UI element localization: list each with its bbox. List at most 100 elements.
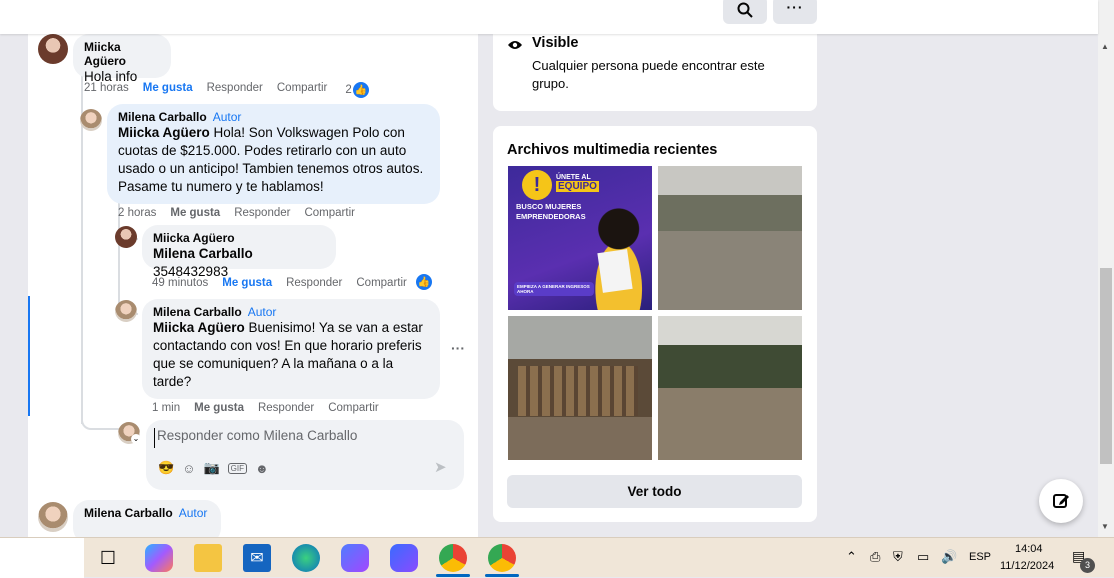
thumbs-up-icon[interactable]: 👍 [416,274,432,290]
media-item-field[interactable] [658,166,802,310]
promo-line3: BUSCO MUJERES [516,202,582,211]
reply-button[interactable]: Responder [234,207,290,219]
media-item-yard[interactable] [658,316,802,460]
see-all-button[interactable]: Ver todo [507,475,802,508]
app-icon[interactable] [390,544,418,572]
comment-bubble: Miicka Agüero Hola info [73,34,171,84]
clock-date[interactable]: 11/12/2024 [1000,560,1054,572]
file-explorer-icon[interactable] [194,544,222,572]
search-icon [737,2,753,18]
comment-time[interactable]: 21 horas [84,82,129,98]
send-icon[interactable]: ➤ [434,458,447,476]
sticker-icon[interactable]: ☻ [255,461,269,476]
comment-author[interactable]: Miicka Agüero [153,231,325,245]
scrollbar-thumb[interactable] [1100,268,1112,464]
reply-button[interactable]: Responder [258,402,314,414]
avatar[interactable] [115,226,137,248]
battery-icon[interactable]: ▭ [917,549,929,565]
more-icon: ··· [786,0,804,15]
group-visibility-card: Visible Cualquier persona puede encontra… [493,24,817,111]
camera-icon[interactable]: 📷 [203,460,219,476]
media-item-promo[interactable]: ! ÚNETE AL EQUIPO BUSCO MUJERES EMPRENDE… [508,166,652,310]
reply-box: Responder como Milena Carballo 😎 ☺ 📷 GIF… [146,420,464,490]
comment-time[interactable]: 49 minutos [152,277,208,289]
comment-actions: 2 horas Me gusta Responder Compartir [118,207,355,219]
see-all-label: Ver todo [627,484,682,499]
comment-actions: 49 minutos Me gusta Responder Compartir [152,277,407,289]
mail-icon[interactable]: ✉ [243,544,271,572]
mention[interactable]: Miicka Agüero [118,125,210,140]
comment-time[interactable]: 1 min [152,402,180,414]
author-badge: Autor [178,506,208,520]
meet-icon[interactable]: ⎙ [870,549,880,565]
top-bar: ··· [0,0,1098,34]
compose-button[interactable] [1039,479,1083,523]
copilot-app-icon[interactable] [341,544,369,572]
promo-line4: EMPRENDEDORAS [516,212,586,221]
promo-line1: ÚNETE AL [556,174,591,181]
security-icon[interactable]: ⛨ [893,549,903,565]
comment-time[interactable]: 2 horas [118,207,156,219]
comment-author[interactable]: Milena Carballo [118,110,207,124]
comment-author[interactable]: Miicka Agüero [84,40,160,68]
comment-author[interactable]: Milena Carballo [153,305,242,319]
author-badge: Autor [212,110,242,124]
like-button[interactable]: Me gusta [222,277,272,289]
share-button[interactable]: Compartir [304,207,354,219]
taskbar-search-area[interactable] [0,538,84,578]
promo-line2: EQUIPO [556,181,599,192]
emoji-icon[interactable]: ☺ [182,461,195,476]
like-button[interactable]: Me gusta [194,402,244,414]
comment-more-button[interactable]: ··· [451,340,465,356]
chevron-down-icon[interactable]: ⌄ [131,434,141,444]
comment-bubble: Milena Carballo Autor Miicka Agüero Bueni… [142,299,440,399]
edge-icon[interactable] [292,544,320,572]
more-options-button[interactable]: ··· [773,0,817,24]
share-button[interactable]: Compartir [277,82,327,98]
scroll-up-arrow[interactable]: ▲ [1101,42,1109,51]
media-card: Archivos multimedia recientes ! ÚNETE AL… [493,126,817,522]
reply-button[interactable]: Responder [286,277,342,289]
avatar-sticker-icon[interactable]: 😎 [158,460,174,476]
reaction-count[interactable]: 2 👍 [345,82,369,98]
comment-actions: 21 horas Me gusta Responder Compartir 2 👍 [84,82,369,98]
search-button[interactable] [723,0,767,24]
mention[interactable]: Miicka Agüero [153,320,245,335]
gif-icon[interactable]: GIF [227,462,247,474]
media-item-fence[interactable] [508,316,652,460]
exclamation-icon: ! [522,170,552,200]
author-badge: Autor [247,305,277,319]
like-button[interactable]: Me gusta [170,207,220,219]
copilot-icon[interactable] [145,544,173,572]
reply-tools: 😎 ☺ 📷 GIF ☻ [158,460,277,476]
comment-bubble: Milena Carballo Autor [73,500,221,537]
visibility-title: Visible [532,35,579,51]
task-view-icon[interactable]: ☐ [94,544,122,572]
chrome-icon[interactable] [488,544,516,572]
comment-bubble: Miicka Agüero Milena Carballo 3548432983 [142,225,336,279]
avatar[interactable] [38,34,68,64]
fence-pattern [518,366,638,416]
share-button[interactable]: Compartir [328,402,378,414]
thumbs-up-icon: 👍 [352,82,369,98]
chrome-profile-icon[interactable] [439,544,467,572]
eye-icon [507,38,523,56]
focus-indicator [28,296,30,416]
language-indicator[interactable]: ESP [969,551,991,563]
reply-input[interactable]: Responder como Milena Carballo [154,428,454,448]
comment-author-line: Milena Carballo Autor [84,506,210,520]
avatar[interactable] [38,502,68,532]
like-button[interactable]: Me gusta [143,82,193,98]
clock-time[interactable]: 14:04 [1015,543,1043,555]
avatar[interactable] [80,109,102,131]
reply-button[interactable]: Responder [207,82,263,98]
compose-icon [1053,494,1069,508]
comment-author[interactable]: Milena Carballo [84,506,173,520]
volume-icon[interactable]: 🔊 [941,549,957,565]
avatar[interactable] [115,300,137,322]
chevron-up-icon[interactable]: ⌃ [846,549,857,565]
share-button[interactable]: Compartir [356,277,406,289]
scroll-down-arrow[interactable]: ▼ [1101,522,1109,531]
comment-author-line: Milena Carballo Autor [153,305,429,319]
mention[interactable]: Milena Carballo [153,246,253,261]
